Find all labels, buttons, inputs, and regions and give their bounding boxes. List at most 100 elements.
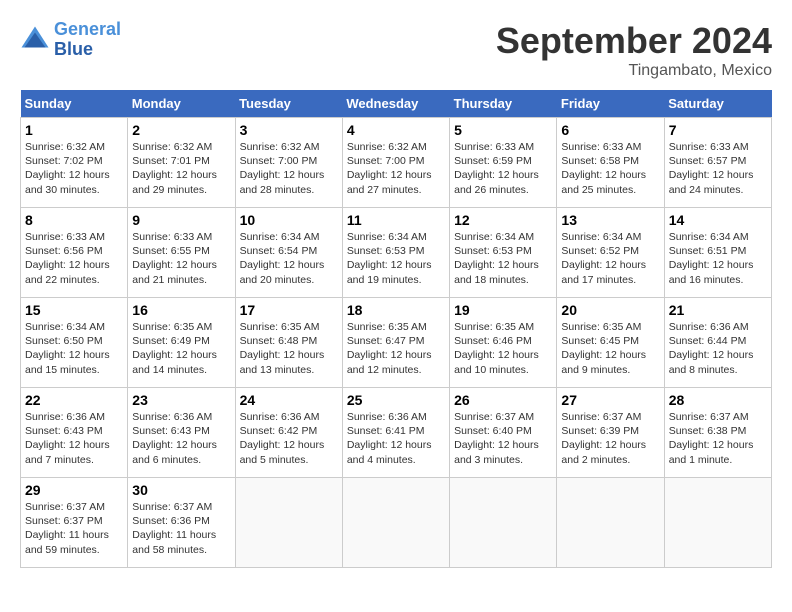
- day-info: Sunrise: 6:34 AM Sunset: 6:53 PM Dayligh…: [454, 230, 552, 287]
- day-number: 15: [25, 302, 123, 318]
- day-number: 30: [132, 482, 230, 498]
- table-row: 23 Sunrise: 6:36 AM Sunset: 6:43 PM Dayl…: [128, 388, 235, 478]
- day-info: Sunrise: 6:36 AM Sunset: 6:43 PM Dayligh…: [132, 410, 230, 467]
- title-area: September 2024 Tingambato, Mexico: [496, 20, 772, 80]
- day-number: 13: [561, 212, 659, 228]
- day-info: Sunrise: 6:37 AM Sunset: 6:38 PM Dayligh…: [669, 410, 767, 467]
- day-number: 28: [669, 392, 767, 408]
- day-number: 22: [25, 392, 123, 408]
- day-info: Sunrise: 6:33 AM Sunset: 6:56 PM Dayligh…: [25, 230, 123, 287]
- table-row: 27 Sunrise: 6:37 AM Sunset: 6:39 PM Dayl…: [557, 388, 664, 478]
- day-number: 12: [454, 212, 552, 228]
- table-row: 1 Sunrise: 6:32 AM Sunset: 7:02 PM Dayli…: [21, 118, 128, 208]
- day-info: Sunrise: 6:32 AM Sunset: 7:00 PM Dayligh…: [347, 140, 445, 197]
- day-number: 2: [132, 122, 230, 138]
- location-title: Tingambato, Mexico: [496, 62, 772, 80]
- day-info: Sunrise: 6:32 AM Sunset: 7:00 PM Dayligh…: [240, 140, 338, 197]
- day-number: 5: [454, 122, 552, 138]
- table-row: 24 Sunrise: 6:36 AM Sunset: 6:42 PM Dayl…: [235, 388, 342, 478]
- day-number: 14: [669, 212, 767, 228]
- table-row: 12 Sunrise: 6:34 AM Sunset: 6:53 PM Dayl…: [450, 208, 557, 298]
- day-number: 9: [132, 212, 230, 228]
- day-number: 3: [240, 122, 338, 138]
- table-row: 4 Sunrise: 6:32 AM Sunset: 7:00 PM Dayli…: [342, 118, 449, 208]
- table-row: 11 Sunrise: 6:34 AM Sunset: 6:53 PM Dayl…: [342, 208, 449, 298]
- table-row: 8 Sunrise: 6:33 AM Sunset: 6:56 PM Dayli…: [21, 208, 128, 298]
- day-number: 6: [561, 122, 659, 138]
- logo: General Blue: [20, 20, 121, 60]
- day-number: 4: [347, 122, 445, 138]
- day-info: Sunrise: 6:35 AM Sunset: 6:49 PM Dayligh…: [132, 320, 230, 377]
- day-number: 16: [132, 302, 230, 318]
- day-number: 23: [132, 392, 230, 408]
- day-number: 29: [25, 482, 123, 498]
- table-row: 3 Sunrise: 6:32 AM Sunset: 7:00 PM Dayli…: [235, 118, 342, 208]
- table-row: 14 Sunrise: 6:34 AM Sunset: 6:51 PM Dayl…: [664, 208, 771, 298]
- day-number: 7: [669, 122, 767, 138]
- table-row: 22 Sunrise: 6:36 AM Sunset: 6:43 PM Dayl…: [21, 388, 128, 478]
- day-info: Sunrise: 6:33 AM Sunset: 6:58 PM Dayligh…: [561, 140, 659, 197]
- day-number: 17: [240, 302, 338, 318]
- col-tuesday: Tuesday: [235, 90, 342, 118]
- logo-icon: [20, 25, 50, 55]
- day-info: Sunrise: 6:36 AM Sunset: 6:44 PM Dayligh…: [669, 320, 767, 377]
- day-number: 8: [25, 212, 123, 228]
- day-info: Sunrise: 6:33 AM Sunset: 6:57 PM Dayligh…: [669, 140, 767, 197]
- table-row: 6 Sunrise: 6:33 AM Sunset: 6:58 PM Dayli…: [557, 118, 664, 208]
- table-row: [557, 478, 664, 568]
- col-saturday: Saturday: [664, 90, 771, 118]
- table-row: 25 Sunrise: 6:36 AM Sunset: 6:41 PM Dayl…: [342, 388, 449, 478]
- table-row: 17 Sunrise: 6:35 AM Sunset: 6:48 PM Dayl…: [235, 298, 342, 388]
- table-row: 15 Sunrise: 6:34 AM Sunset: 6:50 PM Dayl…: [21, 298, 128, 388]
- page-header: General Blue September 2024 Tingambato, …: [20, 20, 772, 80]
- day-info: Sunrise: 6:37 AM Sunset: 6:36 PM Dayligh…: [132, 500, 230, 557]
- day-number: 19: [454, 302, 552, 318]
- table-row: 18 Sunrise: 6:35 AM Sunset: 6:47 PM Dayl…: [342, 298, 449, 388]
- table-row: 2 Sunrise: 6:32 AM Sunset: 7:01 PM Dayli…: [128, 118, 235, 208]
- month-title: September 2024: [496, 20, 772, 62]
- table-row: 26 Sunrise: 6:37 AM Sunset: 6:40 PM Dayl…: [450, 388, 557, 478]
- day-number: 20: [561, 302, 659, 318]
- table-row: [664, 478, 771, 568]
- table-row: 28 Sunrise: 6:37 AM Sunset: 6:38 PM Dayl…: [664, 388, 771, 478]
- calendar-table: Sunday Monday Tuesday Wednesday Thursday…: [20, 90, 772, 568]
- day-info: Sunrise: 6:34 AM Sunset: 6:51 PM Dayligh…: [669, 230, 767, 287]
- day-number: 10: [240, 212, 338, 228]
- day-number: 21: [669, 302, 767, 318]
- table-row: 10 Sunrise: 6:34 AM Sunset: 6:54 PM Dayl…: [235, 208, 342, 298]
- day-number: 18: [347, 302, 445, 318]
- day-number: 27: [561, 392, 659, 408]
- day-number: 24: [240, 392, 338, 408]
- day-info: Sunrise: 6:36 AM Sunset: 6:43 PM Dayligh…: [25, 410, 123, 467]
- col-friday: Friday: [557, 90, 664, 118]
- col-wednesday: Wednesday: [342, 90, 449, 118]
- logo-text: General Blue: [54, 20, 121, 60]
- table-row: 19 Sunrise: 6:35 AM Sunset: 6:46 PM Dayl…: [450, 298, 557, 388]
- day-info: Sunrise: 6:36 AM Sunset: 6:41 PM Dayligh…: [347, 410, 445, 467]
- col-sunday: Sunday: [21, 90, 128, 118]
- day-number: 1: [25, 122, 123, 138]
- calendar-week-row: 8 Sunrise: 6:33 AM Sunset: 6:56 PM Dayli…: [21, 208, 772, 298]
- table-row: 29 Sunrise: 6:37 AM Sunset: 6:37 PM Dayl…: [21, 478, 128, 568]
- day-info: Sunrise: 6:33 AM Sunset: 6:55 PM Dayligh…: [132, 230, 230, 287]
- table-row: 21 Sunrise: 6:36 AM Sunset: 6:44 PM Dayl…: [664, 298, 771, 388]
- day-info: Sunrise: 6:34 AM Sunset: 6:50 PM Dayligh…: [25, 320, 123, 377]
- col-monday: Monday: [128, 90, 235, 118]
- calendar-week-row: 1 Sunrise: 6:32 AM Sunset: 7:02 PM Dayli…: [21, 118, 772, 208]
- table-row: [235, 478, 342, 568]
- day-info: Sunrise: 6:33 AM Sunset: 6:59 PM Dayligh…: [454, 140, 552, 197]
- table-row: [450, 478, 557, 568]
- day-info: Sunrise: 6:37 AM Sunset: 6:40 PM Dayligh…: [454, 410, 552, 467]
- day-info: Sunrise: 6:32 AM Sunset: 7:01 PM Dayligh…: [132, 140, 230, 197]
- day-info: Sunrise: 6:35 AM Sunset: 6:46 PM Dayligh…: [454, 320, 552, 377]
- calendar-week-row: 15 Sunrise: 6:34 AM Sunset: 6:50 PM Dayl…: [21, 298, 772, 388]
- table-row: 20 Sunrise: 6:35 AM Sunset: 6:45 PM Dayl…: [557, 298, 664, 388]
- day-info: Sunrise: 6:32 AM Sunset: 7:02 PM Dayligh…: [25, 140, 123, 197]
- day-info: Sunrise: 6:34 AM Sunset: 6:54 PM Dayligh…: [240, 230, 338, 287]
- day-number: 25: [347, 392, 445, 408]
- calendar-header-row: Sunday Monday Tuesday Wednesday Thursday…: [21, 90, 772, 118]
- day-info: Sunrise: 6:37 AM Sunset: 6:37 PM Dayligh…: [25, 500, 123, 557]
- day-info: Sunrise: 6:35 AM Sunset: 6:45 PM Dayligh…: [561, 320, 659, 377]
- day-info: Sunrise: 6:37 AM Sunset: 6:39 PM Dayligh…: [561, 410, 659, 467]
- col-thursday: Thursday: [450, 90, 557, 118]
